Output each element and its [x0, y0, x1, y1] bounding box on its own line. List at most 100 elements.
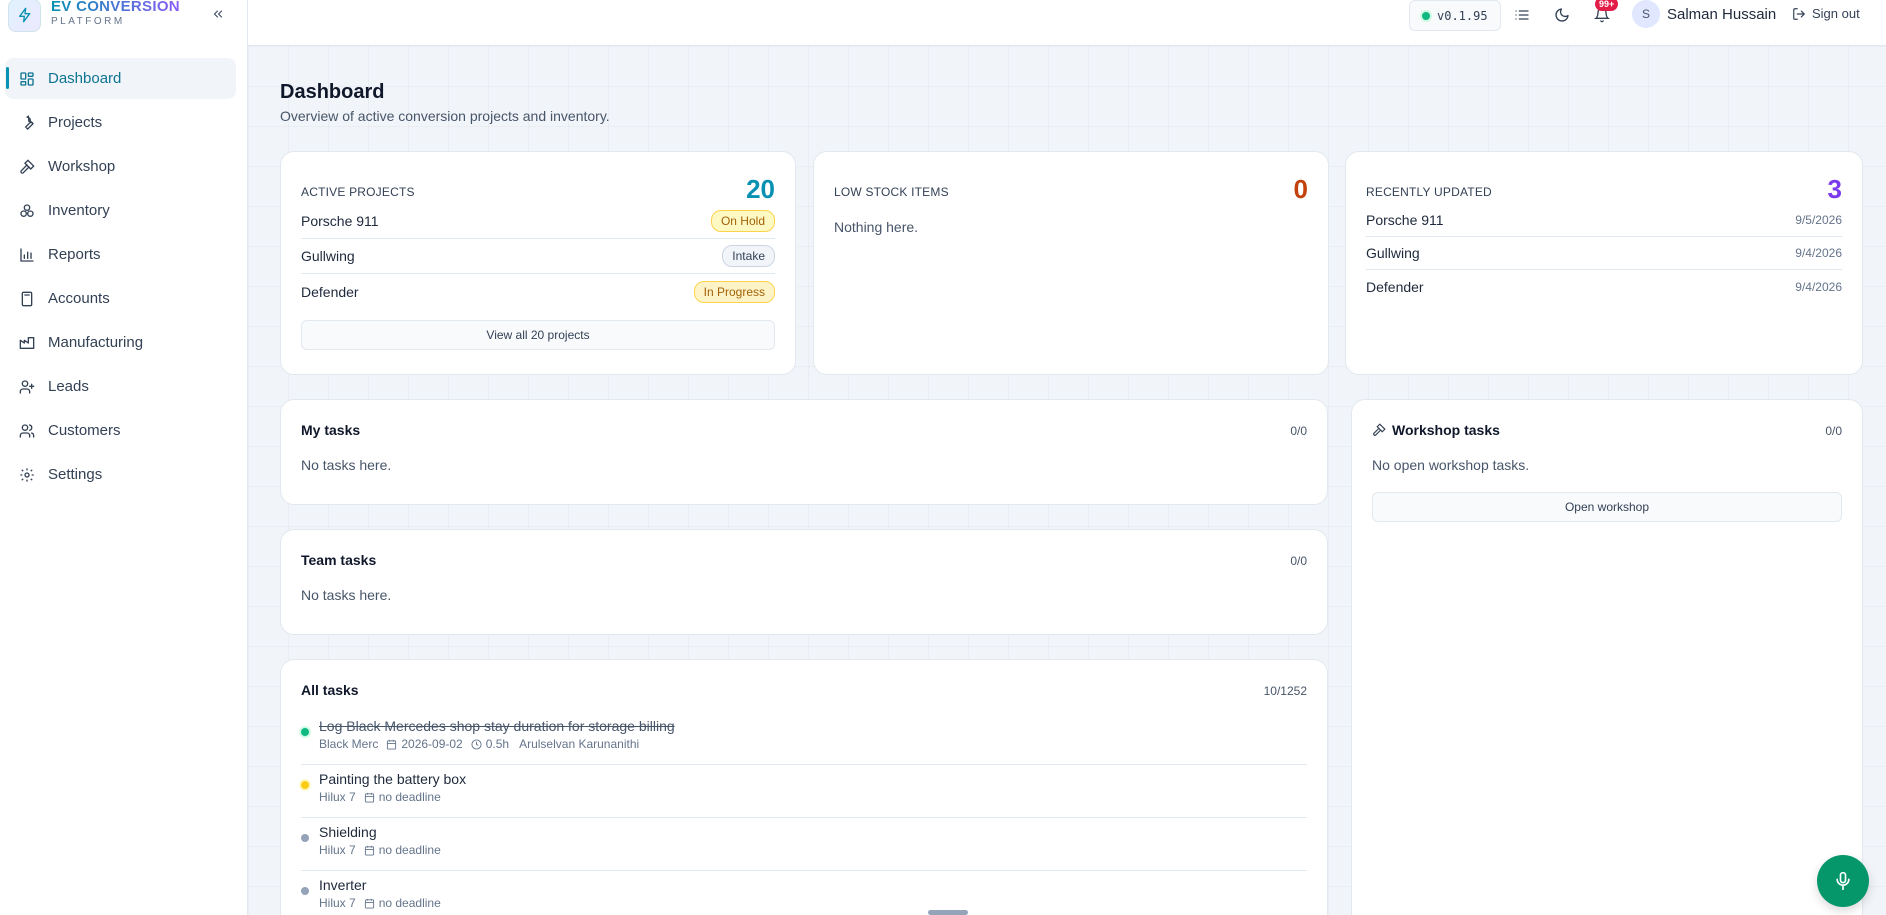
sidebar-item-leads[interactable]: Leads — [5, 366, 236, 407]
task-title: Inverter — [319, 877, 367, 893]
sidebar-item-label: Manufacturing — [48, 334, 144, 351]
scroll-handle[interactable] — [928, 910, 968, 915]
task-count: 0/0 — [1825, 424, 1842, 438]
sidebar-item-label: Inventory — [48, 202, 110, 219]
hammer-icon — [18, 158, 36, 176]
bar-chart-icon — [18, 246, 36, 264]
sidebar-item-accounts[interactable]: Accounts — [5, 278, 236, 319]
project-name: Defender — [301, 283, 359, 300]
view-all-projects-button[interactable]: View all 20 projects — [301, 320, 775, 350]
brand-title: EV CONVERSION — [51, 0, 180, 15]
open-workshop-button[interactable]: Open workshop — [1372, 492, 1842, 522]
task-meta: Hilux 7 no deadline — [319, 790, 441, 804]
page-title: Dashboard — [280, 81, 385, 103]
list-view-button[interactable] — [1511, 4, 1533, 26]
task-project: Hilux 7 — [319, 790, 356, 804]
active-projects-card: ACTIVE PROJECTS 20 Porsche 911 On Hold G… — [280, 151, 796, 375]
task-row[interactable]: Log Black Mercedes shop stay duration fo… — [301, 712, 1307, 765]
stat-label: ACTIVE PROJECTS — [301, 185, 415, 199]
sidebar-nav: Dashboard Projects Workshop Inventory Re… — [0, 58, 248, 498]
updated-date: 9/4/2026 — [1795, 246, 1842, 260]
task-status-dot-icon — [301, 887, 309, 895]
sidebar-item-settings[interactable]: Settings — [5, 454, 236, 495]
recent-row[interactable]: Defender 9/4/2026 — [1366, 270, 1842, 303]
sidebar-item-inventory[interactable]: Inventory — [5, 190, 236, 231]
sidebar-item-label: Settings — [48, 466, 103, 483]
sidebar-item-dashboard[interactable]: Dashboard — [5, 58, 236, 99]
task-status-dot-icon — [301, 834, 309, 842]
recent-row[interactable]: Gullwing 9/4/2026 — [1366, 237, 1842, 270]
voice-input-button[interactable] — [1817, 855, 1869, 907]
topbar: v0.1.95 99+ S Salman Hussain Sign out — [248, 0, 1886, 46]
sidebar-item-projects[interactable]: Projects — [5, 102, 236, 143]
version-badge: v0.1.95 — [1409, 0, 1501, 31]
hammer-icon — [1373, 423, 1386, 436]
moon-icon — [1555, 8, 1569, 22]
task-hours: 0.5h — [485, 737, 510, 751]
card-title-wrap: Workshop tasks — [1372, 422, 1500, 438]
task-count: 0/0 — [1290, 554, 1307, 568]
task-date: 2026-09-02 — [401, 737, 463, 751]
updated-date: 9/5/2026 — [1795, 213, 1842, 227]
project-name: Gullwing — [1366, 245, 1420, 261]
recently-updated-card: RECENTLY UPDATED 3 Porsche 911 9/5/2026 … — [1345, 151, 1863, 375]
sidebar-item-reports[interactable]: Reports — [5, 234, 236, 275]
project-row[interactable]: Gullwing Intake — [301, 239, 775, 274]
brand-subtitle: PLATFORM — [51, 16, 125, 27]
low-stock-card: LOW STOCK ITEMS 0 Nothing here. — [813, 151, 1329, 375]
sidebar-item-workshop[interactable]: Workshop — [5, 146, 236, 187]
stat-count: 20 — [746, 174, 775, 204]
page-subtitle: Overview of active conversion projects a… — [280, 108, 610, 124]
sidebar-item-customers[interactable]: Customers — [5, 410, 236, 451]
recent-list: Porsche 911 9/5/2026 Gullwing 9/4/2026 D… — [1366, 204, 1842, 303]
boxes-icon — [18, 202, 36, 220]
version-text: v0.1.95 — [1437, 8, 1488, 23]
sidebar: EV CONVERSION PLATFORM Dashboard Project… — [0, 0, 248, 915]
chevrons-left-icon — [213, 10, 223, 18]
recent-row[interactable]: Porsche 911 9/5/2026 — [1366, 204, 1842, 237]
project-list: Porsche 911 On Hold Gullwing Intake Defe… — [301, 204, 775, 309]
sidebar-item-manufacturing[interactable]: Manufacturing — [5, 322, 236, 363]
stat-label: LOW STOCK ITEMS — [834, 185, 949, 199]
sidebar-item-label: Accounts — [48, 290, 110, 307]
project-name: Porsche 911 — [1366, 212, 1444, 228]
task-meta: Black Merc 2026-09-02 0.5h Arulselvan Ka… — [319, 737, 639, 751]
users-icon — [18, 422, 36, 440]
calendar-icon — [364, 845, 374, 856]
task-row[interactable]: Painting the battery box Hilux 7 no dead… — [301, 765, 1307, 818]
card-title: Workshop tasks — [1392, 422, 1500, 438]
empty-message: No tasks here. — [301, 587, 392, 603]
task-row[interactable]: Inverter Hilux 7 no deadline — [301, 871, 1307, 915]
factory-icon — [18, 334, 36, 352]
user-plus-icon — [18, 378, 36, 396]
sidebar-item-label: Reports — [48, 246, 101, 263]
status-badge: In Progress — [693, 280, 775, 303]
calendar-icon — [364, 792, 374, 803]
stat-count: 3 — [1827, 174, 1842, 204]
user-name[interactable]: Salman Hussain — [1667, 6, 1776, 23]
brand[interactable]: EV CONVERSION PLATFORM — [8, 0, 180, 34]
project-row[interactable]: Porsche 911 On Hold — [301, 204, 775, 239]
task-date: no deadline — [378, 896, 441, 910]
task-row[interactable]: Shielding Hilux 7 no deadline — [301, 818, 1307, 871]
sign-out-label: Sign out — [1812, 6, 1860, 21]
task-assignee: Arulselvan Karunanithi — [519, 737, 640, 751]
task-status-dot-icon — [301, 781, 309, 789]
collapse-sidebar-button[interactable] — [208, 4, 228, 24]
task-meta: Hilux 7 no deadline — [319, 896, 441, 910]
team-tasks-card: Team tasks 0/0 No tasks here. — [280, 529, 1328, 635]
project-name: Gullwing — [301, 248, 355, 264]
calculator-icon — [18, 290, 36, 308]
project-row[interactable]: Defender In Progress — [301, 274, 775, 309]
status-badge: On Hold — [710, 210, 775, 232]
empty-message: Nothing here. — [834, 219, 919, 235]
sign-out-button[interactable]: Sign out — [1792, 6, 1860, 21]
avatar[interactable]: S — [1632, 0, 1660, 28]
status-dot-icon — [1422, 11, 1430, 20]
task-project: Hilux 7 — [319, 843, 356, 857]
microphone-icon — [1836, 871, 1850, 891]
theme-toggle-button[interactable] — [1551, 4, 1573, 26]
task-count: 10/1252 — [1263, 684, 1307, 698]
sidebar-item-label: Projects — [48, 114, 103, 131]
stat-count: 0 — [1293, 174, 1308, 204]
